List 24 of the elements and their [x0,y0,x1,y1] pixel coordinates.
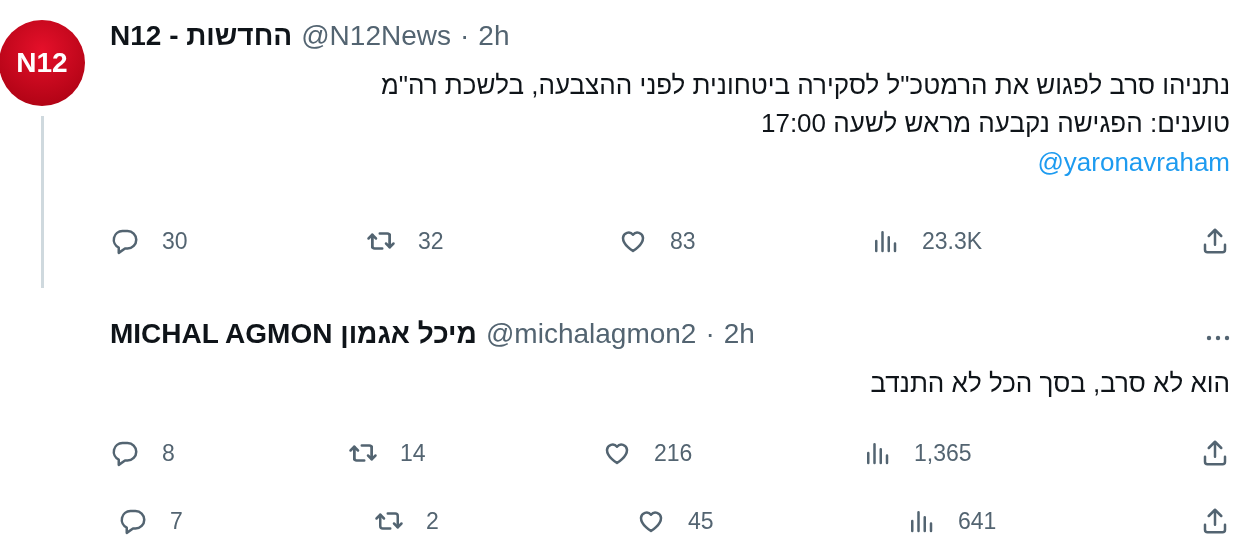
like-count: 216 [654,439,693,467]
author-name[interactable]: MICHAL AGMON מיכל אגמון [110,318,477,350]
separator-dot: · [460,20,470,52]
more-icon[interactable] [1206,334,1230,342]
reply-count: 30 [162,227,188,255]
views-count: 1,365 [914,439,972,467]
views-count: 641 [958,507,997,535]
author-handle[interactable]: @N12News [301,20,451,52]
timestamp[interactable]: 2h [723,318,755,350]
timestamp[interactable]: 2h [478,20,510,52]
avatar[interactable]: N12 [0,20,85,106]
views-count: 23.3K [922,227,983,255]
reply-count: 8 [162,439,175,467]
retweet-count: 14 [400,439,426,467]
tweet-text: הוא לא סרב, בסך הכל לא התנדב [869,367,1230,400]
tweet-text: נתניהו סרב לפגוש את הרמטכ"ל לסקירה ביטחונית לפני ההצבעה, בלשכת רה"מ טוענים: הפגישה נקבעה מראש לשעה 17:00 [379,69,1230,140]
like-count: 83 [670,227,696,255]
author-handle[interactable]: @michalagmon2 [485,318,697,350]
author-name[interactable]: N12 - החדשות [110,20,293,52]
reply-count: 7 [170,507,183,535]
retweet-count: 32 [418,227,444,255]
retweet-count: 2 [426,507,439,535]
like-count: 45 [688,507,714,535]
separator-dot: · [705,318,715,350]
